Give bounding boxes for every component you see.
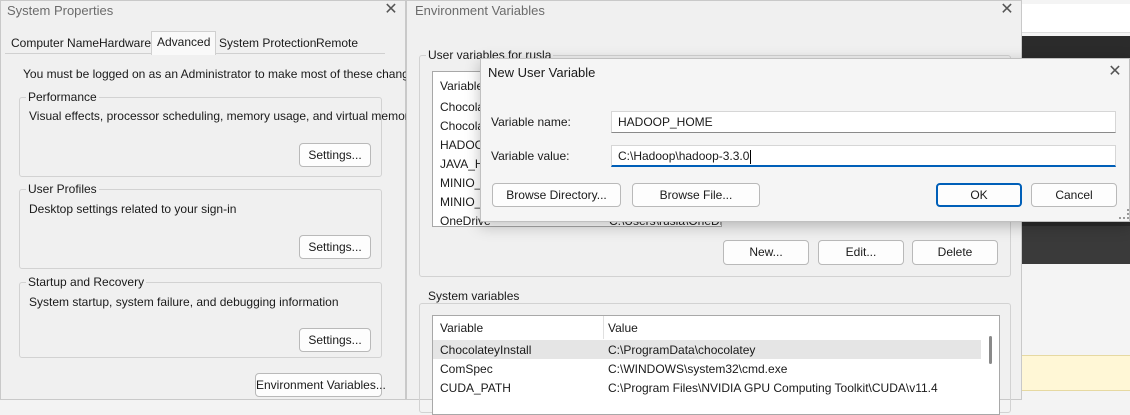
user-variable-row[interactable]: MINIO_ (440, 195, 481, 209)
variable-name-label: Variable name: (491, 115, 571, 129)
background-notice (1022, 355, 1130, 391)
tab-advanced[interactable]: Advanced (151, 31, 217, 55)
new-user-variable-button[interactable]: New... (723, 240, 809, 265)
background-strip (1022, 226, 1130, 264)
system-variable-name[interactable]: ChocolateyInstall (440, 343, 531, 357)
window-title: Environment Variables (415, 3, 545, 18)
browse-directory-button[interactable]: Browse Directory... (492, 183, 621, 207)
text-caret (750, 149, 752, 164)
startup-recovery-settings-button[interactable]: Settings... (299, 328, 371, 352)
user-variable-row[interactable]: HADOO (440, 138, 484, 152)
admin-note: You must be logged on as an Administrato… (23, 67, 425, 81)
performance-settings-button[interactable]: Settings... (299, 143, 371, 167)
startup-recovery-description: System startup, system failure, and debu… (29, 295, 339, 309)
tab-remote[interactable]: Remote (316, 33, 358, 53)
variable-value-text: C:\Hadoop\hadoop-3.3.0 (618, 149, 750, 163)
scrollbar-thumb[interactable] (989, 336, 992, 364)
system-variable-value[interactable]: C:\Program Files\NVIDIA GPU Computing To… (608, 381, 938, 395)
system-variable-name[interactable]: CUDA_PATH (440, 381, 511, 395)
tab-hardware[interactable]: Hardware (99, 33, 151, 53)
system-variable-column-header[interactable]: Variable (440, 321, 483, 335)
performance-title: Performance (26, 90, 99, 104)
edit-user-variable-button[interactable]: Edit... (818, 240, 904, 265)
title-bar: Environment Variables ✕ (407, 1, 1021, 25)
variable-value-field[interactable]: C:\Hadoop\hadoop-3.3.0 (611, 145, 1116, 167)
browse-file-button[interactable]: Browse File... (632, 183, 760, 207)
performance-description: Visual effects, processor scheduling, me… (29, 109, 415, 123)
user-variable-column-header[interactable]: Variable (440, 79, 483, 93)
tab-system-protection[interactable]: System Protection (219, 33, 316, 53)
startup-recovery-title: Startup and Recovery (26, 275, 147, 289)
environment-variables-button[interactable]: Environment Variables... (255, 373, 386, 397)
system-variable-name[interactable]: ComSpec (440, 362, 493, 376)
user-variable-row[interactable]: MINIO_ (440, 176, 481, 190)
new-user-variable-dialog: New User Variable ✕ Variable name: HADOO… (480, 58, 1130, 222)
window-title: System Properties (7, 3, 114, 18)
user-variable-row[interactable]: Chocola (440, 119, 484, 133)
variable-name-field[interactable]: HADOOP_HOME (611, 111, 1116, 133)
delete-user-variable-button[interactable]: Delete (912, 240, 998, 265)
system-variable-value[interactable]: C:\WINDOWS\system32\cmd.exe (608, 362, 787, 376)
tab-computer-name[interactable]: Computer Name (11, 33, 99, 53)
close-icon[interactable]: ✕ (1103, 63, 1127, 83)
background-bar (1022, 4, 1130, 33)
user-variable-row[interactable]: Chocola (440, 100, 484, 114)
close-icon[interactable]: ✕ (995, 1, 1019, 21)
system-variables-title: System variables (426, 289, 522, 303)
user-variable-row[interactable]: JAVA_H (440, 157, 484, 171)
dialog-title: New User Variable (488, 65, 596, 80)
cancel-button[interactable]: Cancel (1031, 183, 1117, 207)
user-profiles-description: Desktop settings related to your sign-in (29, 202, 237, 216)
close-icon[interactable]: ✕ (379, 1, 403, 21)
system-value-column-header[interactable]: Value (608, 321, 638, 335)
user-profiles-settings-button[interactable]: Settings... (299, 235, 371, 259)
user-profiles-title: User Profiles (26, 182, 99, 196)
column-divider (603, 316, 604, 339)
title-bar: System Properties ✕ (1, 1, 405, 25)
variable-value-label: Variable value: (491, 149, 570, 163)
system-variables-list[interactable]: Variable Value ChocolateyInstall C:\Prog… (432, 315, 1000, 415)
resize-grip-icon[interactable] (1119, 209, 1129, 219)
system-variable-value[interactable]: C:\ProgramData\chocolatey (608, 343, 755, 357)
system-properties-window: System Properties ✕ Computer Name Hardwa… (0, 0, 425, 400)
ok-button[interactable]: OK (936, 183, 1022, 207)
